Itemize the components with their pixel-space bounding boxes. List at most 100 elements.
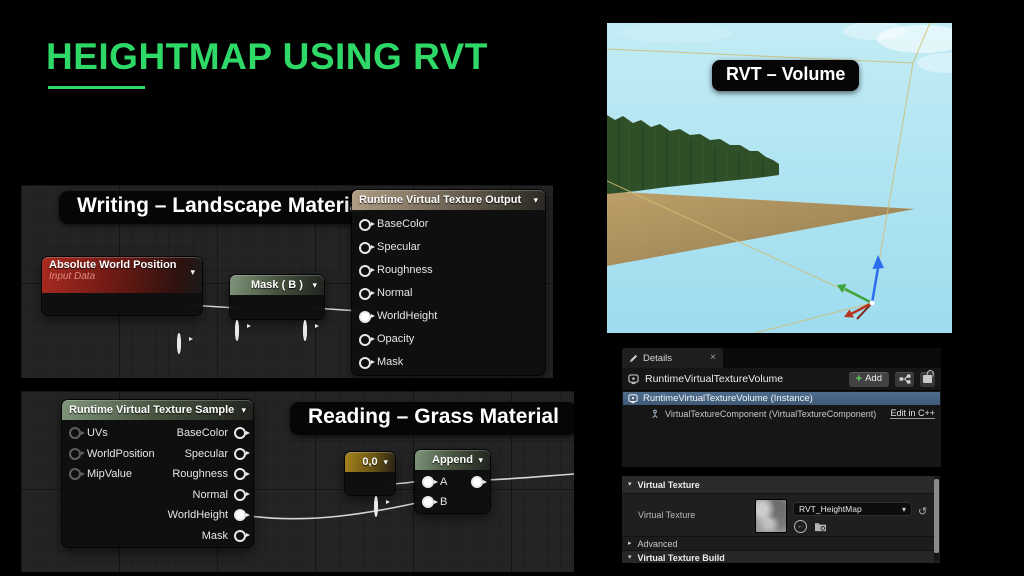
caret-down-icon[interactable]: ▾ (628, 554, 632, 561)
add-button[interactable]: + Add (849, 372, 889, 387)
pin-row: UVs BaseColor (62, 423, 253, 444)
actor-icon (628, 394, 638, 404)
node-header[interactable]: Absolute World Position Input Data ▾ (42, 257, 202, 293)
section-label: Virtual Texture Build (638, 553, 725, 563)
pin-label: Mask (202, 530, 228, 542)
input-pin[interactable] (359, 242, 371, 254)
chevron-down-icon[interactable]: ▾ (478, 456, 483, 465)
node-header[interactable]: Mask ( B ) ▾ (230, 275, 324, 295)
pin-row: Mask (352, 351, 545, 374)
title-underline (48, 86, 145, 89)
node-header[interactable]: Runtime Virtual Texture Sample ▾ (62, 400, 253, 420)
use-selected-asset-icon[interactable]: ← (794, 520, 807, 533)
pencil-icon (629, 354, 638, 363)
asset-tool-buttons: ← (794, 520, 827, 533)
caret-right-icon[interactable]: ▸ (628, 540, 632, 547)
component-label: VirtualTextureComponent (VirtualTextureC… (665, 409, 876, 419)
pin-label: Mask (377, 357, 403, 368)
blueprint-button[interactable] (895, 372, 914, 387)
viewport-3d[interactable]: RVT – Volume (607, 23, 952, 333)
section-label: Advanced (638, 539, 678, 549)
reset-to-default-icon[interactable]: ↺ (918, 507, 927, 518)
chevron-down-icon[interactable]: ▾ (533, 196, 538, 205)
pin-row: A (415, 472, 490, 492)
input-pin[interactable] (69, 427, 81, 439)
input-pin[interactable] (359, 265, 371, 277)
caption-grass-material: Reading – Grass Material (290, 402, 574, 435)
output-pin[interactable] (234, 427, 246, 439)
output-pin[interactable] (234, 448, 246, 460)
graph-panel-writing[interactable]: Writing – Landscape Material Absolute Wo… (21, 185, 553, 378)
browse-to-asset-icon[interactable] (814, 521, 827, 532)
chevron-down-icon[interactable]: ▾ (383, 458, 388, 467)
node-title: Absolute World Position (49, 259, 195, 271)
pin-row: Mask (62, 526, 253, 547)
lock-open-icon (923, 375, 932, 383)
tab-details[interactable]: Details × (622, 348, 723, 368)
output-pin[interactable] (177, 333, 181, 354)
section-virtual-texture[interactable]: ▾ Virtual Texture (622, 476, 934, 493)
asset-dropdown[interactable]: RVT_HeightMap ▾ (793, 502, 912, 516)
node-header[interactable]: Append ▾ (415, 450, 490, 470)
output-pin[interactable] (234, 489, 246, 501)
section-virtual-texture-build[interactable]: ▾ Virtual Texture Build (622, 550, 934, 563)
actor-icon (628, 374, 639, 385)
input-pin-worldheight[interactable] (359, 311, 371, 323)
node-rvt-output[interactable]: Runtime Virtual Texture Output ▾ BaseCol… (352, 190, 545, 375)
instance-row-selected[interactable]: RuntimeVirtualTextureVolume (Instance) (623, 392, 940, 405)
actor-name: RuntimeVirtualTextureVolume (645, 373, 783, 385)
output-pin-worldheight[interactable] (234, 509, 246, 521)
node-title: Runtime Virtual Texture Sample (69, 404, 234, 416)
gizmo-origin[interactable] (870, 301, 875, 306)
chevron-down-icon[interactable]: ▾ (190, 267, 195, 278)
component-row[interactable]: VirtualTextureComponent (VirtualTextureC… (622, 406, 941, 422)
node-append[interactable]: Append ▾ A B (415, 450, 490, 513)
output-pin[interactable] (234, 530, 246, 542)
blueprint-icon (899, 374, 911, 384)
input-pin[interactable] (359, 219, 371, 231)
slide-root: { "title": { "text": "HEIGHTMAP USING RV… (0, 0, 1024, 576)
asset-thumbnail[interactable] (755, 499, 787, 533)
graph-panel-reading[interactable]: Runtime Virtual Texture Sample ▾ UVs Bas… (21, 391, 574, 572)
input-pin[interactable] (359, 357, 371, 369)
node-absolute-world-position[interactable]: Absolute World Position Input Data ▾ (42, 257, 202, 315)
section-advanced[interactable]: ▸ Advanced (622, 536, 934, 550)
pin-row: Specular (352, 236, 545, 259)
close-icon[interactable]: × (710, 353, 716, 363)
pin-label: Specular (377, 242, 420, 253)
node-subtitle: Input Data (49, 271, 195, 282)
pin-label: Normal (193, 489, 228, 501)
input-pin[interactable] (359, 288, 371, 300)
output-pin[interactable] (471, 476, 483, 488)
edit-in-cpp-link[interactable]: Edit in C++ (890, 409, 935, 420)
scrollbar[interactable] (934, 478, 939, 560)
output-pin[interactable] (374, 496, 378, 517)
output-pin[interactable] (303, 320, 307, 341)
scrollbar-thumb[interactable] (934, 479, 939, 553)
input-pin[interactable] (69, 448, 81, 460)
pin-row: BaseColor (352, 213, 545, 236)
input-pin-b[interactable] (422, 496, 434, 508)
caption-rvt-volume: RVT – Volume (712, 60, 859, 91)
node-rvt-sample[interactable]: Runtime Virtual Texture Sample ▾ UVs Bas… (62, 400, 253, 547)
input-pin[interactable] (359, 334, 371, 346)
pin-label: BaseColor (377, 219, 428, 230)
output-pin[interactable] (234, 468, 246, 480)
input-pin[interactable] (235, 320, 239, 341)
pin-row: Opacity (352, 328, 545, 351)
lock-button[interactable] (920, 372, 935, 387)
chevron-down-icon[interactable]: ▾ (312, 281, 317, 290)
pin-row: WorldPosition Specular (62, 444, 253, 465)
node-constant-00[interactable]: 0,0 ▾ (345, 452, 395, 495)
details-panel: Details × RuntimeVirtualTextureVolume + … (622, 348, 941, 467)
node-title: Mask ( B ) (251, 279, 303, 291)
input-pin-a[interactable] (422, 476, 434, 488)
pin-row: Roughness (352, 259, 545, 282)
caret-down-icon[interactable]: ▾ (628, 481, 632, 488)
node-header[interactable]: Runtime Virtual Texture Output ▾ (352, 190, 545, 210)
node-mask-b[interactable]: Mask ( B ) ▾ (230, 275, 324, 319)
chevron-down-icon[interactable]: ▾ (241, 406, 246, 415)
node-header[interactable]: 0,0 ▾ (345, 452, 395, 472)
pin-label: Normal (377, 288, 412, 299)
input-pin[interactable] (69, 468, 81, 480)
